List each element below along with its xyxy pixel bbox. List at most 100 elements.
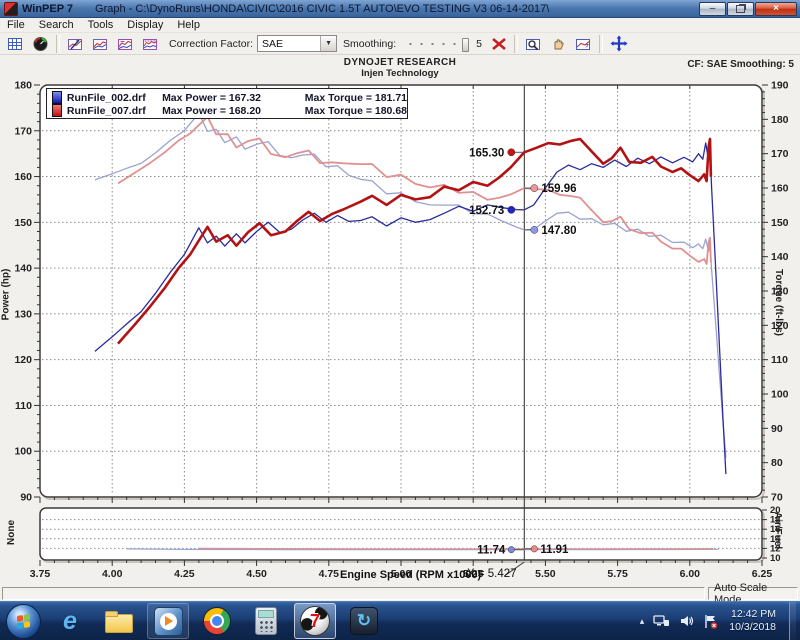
graph-multi-button[interactable] [138,33,163,55]
svg-text:160: 160 [771,183,789,195]
toolbar: Correction Factor: SAE ▼ Smoothing: 5 [0,33,800,55]
taskbar: e 7 ↻ ▴ 12:42 PM 10/3/2018 [0,601,800,640]
af-axis-left-title: None [6,520,17,545]
show-desktop-button[interactable] [789,602,796,640]
taskbar-clock[interactable]: 12:42 PM 10/3/2018 [729,608,776,634]
zoom-box-button[interactable] [521,33,546,55]
svg-text:11.91: 11.91 [540,544,569,556]
network-icon[interactable] [653,614,670,628]
graph-work-area: DYNOJET RESEARCH Injen Technology CF: SA… [0,55,800,586]
svg-text:10: 10 [770,553,781,564]
zoom-run-button[interactable] [571,33,596,55]
graph-new-button[interactable] [63,33,88,55]
status-bar: Auto Scale Mode [0,586,800,601]
delete-run-button[interactable] [486,33,511,55]
legend-max-torque: Max Torque = 180.68 [305,105,407,117]
svg-text:4.00: 4.00 [102,568,123,580]
af-axis-right-title: Air/Fuel [772,512,783,549]
svg-text:140: 140 [14,263,32,275]
internet-explorer-icon: e [63,607,77,636]
menu-tools[interactable]: Tools [81,18,121,33]
smoothing-value: 5 [476,38,482,50]
taskbar-media-player[interactable] [147,603,189,639]
media-player-icon [154,607,183,636]
gauge-button[interactable] [28,33,53,55]
clock-date: 10/3/2018 [729,621,776,634]
svg-text:190: 190 [771,80,789,92]
taskbar-sync-app[interactable]: ↻ [343,603,385,639]
correction-factor-value: SAE [262,38,283,50]
cursor-dot [531,546,537,552]
chart-legend: RunFile_002.drf Max Power = 167.32 Max T… [46,88,408,119]
y-axis-right-title: Torque (ft-lbs) [773,269,784,336]
app-name: WinPEP 7 [22,3,73,15]
svg-text:130: 130 [14,308,32,320]
sync-icon: ↻ [350,607,378,635]
svg-text:152.73: 152.73 [469,205,504,217]
svg-text:5.50: 5.50 [535,568,556,580]
close-button[interactable]: × [755,2,797,16]
svg-text:70: 70 [771,492,783,504]
runs-table-button[interactable] [3,33,28,55]
svg-text:140: 140 [771,251,789,263]
dyno-chart[interactable]: 3.754.004.254.504.755.005.255.505.756.00… [0,55,800,591]
svg-text:150: 150 [771,217,789,229]
svg-text:180: 180 [14,80,32,92]
slider-ticks [405,42,461,46]
svg-text:4.25: 4.25 [174,568,195,580]
restore-button[interactable] [727,2,754,16]
taskbar-chrome[interactable] [196,603,238,639]
tray-expand-icon[interactable]: ▴ [640,616,645,627]
smoothing-label: Smoothing: [343,38,396,50]
action-center-flag-icon[interactable] [703,614,718,629]
af-chart-panel [40,508,762,560]
menu-display[interactable]: Display [120,18,170,33]
correction-factor-label: Correction Factor: [169,38,253,50]
toolbar-separator [599,35,603,53]
legend-row-run007: RunFile_007.drf Max Power = 168.20 Max T… [52,104,407,117]
svg-text:90: 90 [20,492,32,504]
correction-factor-select[interactable]: SAE ▼ [257,35,337,52]
svg-text:165.30: 165.30 [469,147,504,159]
toolbar-separator [514,35,518,53]
pan-hand-button[interactable] [546,33,571,55]
taskbar-winpep[interactable]: 7 [294,603,336,639]
cursor-dot [508,546,514,552]
graph-compare-button[interactable] [113,33,138,55]
legend-file: RunFile_002.drf [67,92,162,104]
svg-text:11.74: 11.74 [477,545,506,557]
calculator-icon [255,607,277,635]
taskbar-calculator[interactable] [245,603,287,639]
chevron-down-icon[interactable]: ▼ [320,36,336,51]
menu-file[interactable]: File [0,18,32,33]
status-message-cell [2,587,705,600]
slider-handle[interactable] [462,38,469,52]
x-axis-title: Engine Speed (RPM x1000) [340,569,481,581]
y-axis-left-title: Power (hp) [0,269,11,321]
chrome-icon [203,607,231,635]
legend-file: RunFile_007.drf [67,105,162,117]
winpep-icon: 7 [300,606,330,636]
svg-text:3.75: 3.75 [30,568,51,580]
taskbar-file-explorer[interactable] [98,603,140,639]
clock-time: 12:42 PM [729,608,776,621]
taskbar-internet-explorer[interactable]: e [49,603,91,639]
svg-text:170: 170 [771,148,789,160]
svg-text:110: 110 [771,354,788,366]
legend-max-power: Max Power = 168.20 [162,105,305,117]
smoothing-slider[interactable] [403,37,469,51]
move-cursor-button[interactable] [606,33,631,55]
menu-help[interactable]: Help [170,18,207,33]
svg-text:150: 150 [14,217,32,229]
volume-icon[interactable] [679,614,694,628]
graph-overlay-button[interactable] [88,33,113,55]
legend-row-run002: RunFile_002.drf Max Power = 167.32 Max T… [52,91,407,104]
af-curve-1 [199,548,713,549]
svg-text:4.50: 4.50 [246,568,267,580]
minimize-button[interactable]: – [699,2,726,16]
start-button[interactable] [6,604,41,639]
windows-logo-icon [17,614,30,629]
svg-text:170: 170 [14,125,32,137]
menu-search[interactable]: Search [32,18,81,33]
window-title: Graph - C:\DynoRuns\HONDA\CIVIC\2016 CIV… [95,3,699,15]
